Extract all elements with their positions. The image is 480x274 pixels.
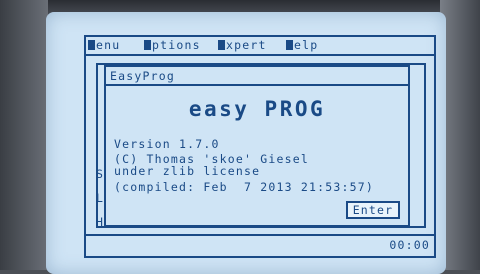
easyprog-dialog: EasyProg easy PROG Version 1.7.0 (C) Tho… <box>104 65 410 227</box>
compiled-timestamp: (compiled: Feb 7 2013 21:53:57) <box>114 180 374 194</box>
menu-expert[interactable]: xpert <box>218 38 267 52</box>
dialog-title: EasyProg <box>110 69 175 83</box>
app-logo: easy PROG <box>188 97 326 121</box>
monitor-bezel-left <box>0 0 48 270</box>
menu-menu-label: enu <box>96 38 121 52</box>
hotkey-block-icon <box>144 40 151 50</box>
menu-menu[interactable]: enu <box>88 38 120 52</box>
crt-screen: enu ptions xpert elp S L H 00:00 EasyPro… <box>46 12 446 274</box>
copyright-block: (C) Thomas 'skoe' Giesel under zlib lice… <box>114 153 309 177</box>
monitor-bezel-right <box>440 0 480 270</box>
side-letter-s: S <box>96 167 105 181</box>
menu-options-label: ptions <box>152 38 201 52</box>
menu-options[interactable]: ptions <box>144 38 201 52</box>
clock: 00:00 <box>389 238 430 252</box>
status-bar: 00:00 <box>86 234 434 256</box>
side-letter-l: L <box>96 191 105 205</box>
side-letter-column: S L H <box>96 167 104 239</box>
dialog-title-divider <box>106 84 408 86</box>
menu-help[interactable]: elp <box>286 38 318 52</box>
license-line: under zlib license <box>114 164 261 178</box>
hotkey-block-icon <box>218 40 225 50</box>
menu-expert-label: xpert <box>226 38 267 52</box>
menu-help-label: elp <box>294 38 319 52</box>
version-text: Version 1.7.0 <box>114 137 220 151</box>
hotkey-block-icon <box>88 40 95 50</box>
menu-bar: enu ptions xpert elp <box>86 37 434 56</box>
hotkey-block-icon <box>286 40 293 50</box>
enter-button[interactable]: Enter <box>346 201 400 219</box>
